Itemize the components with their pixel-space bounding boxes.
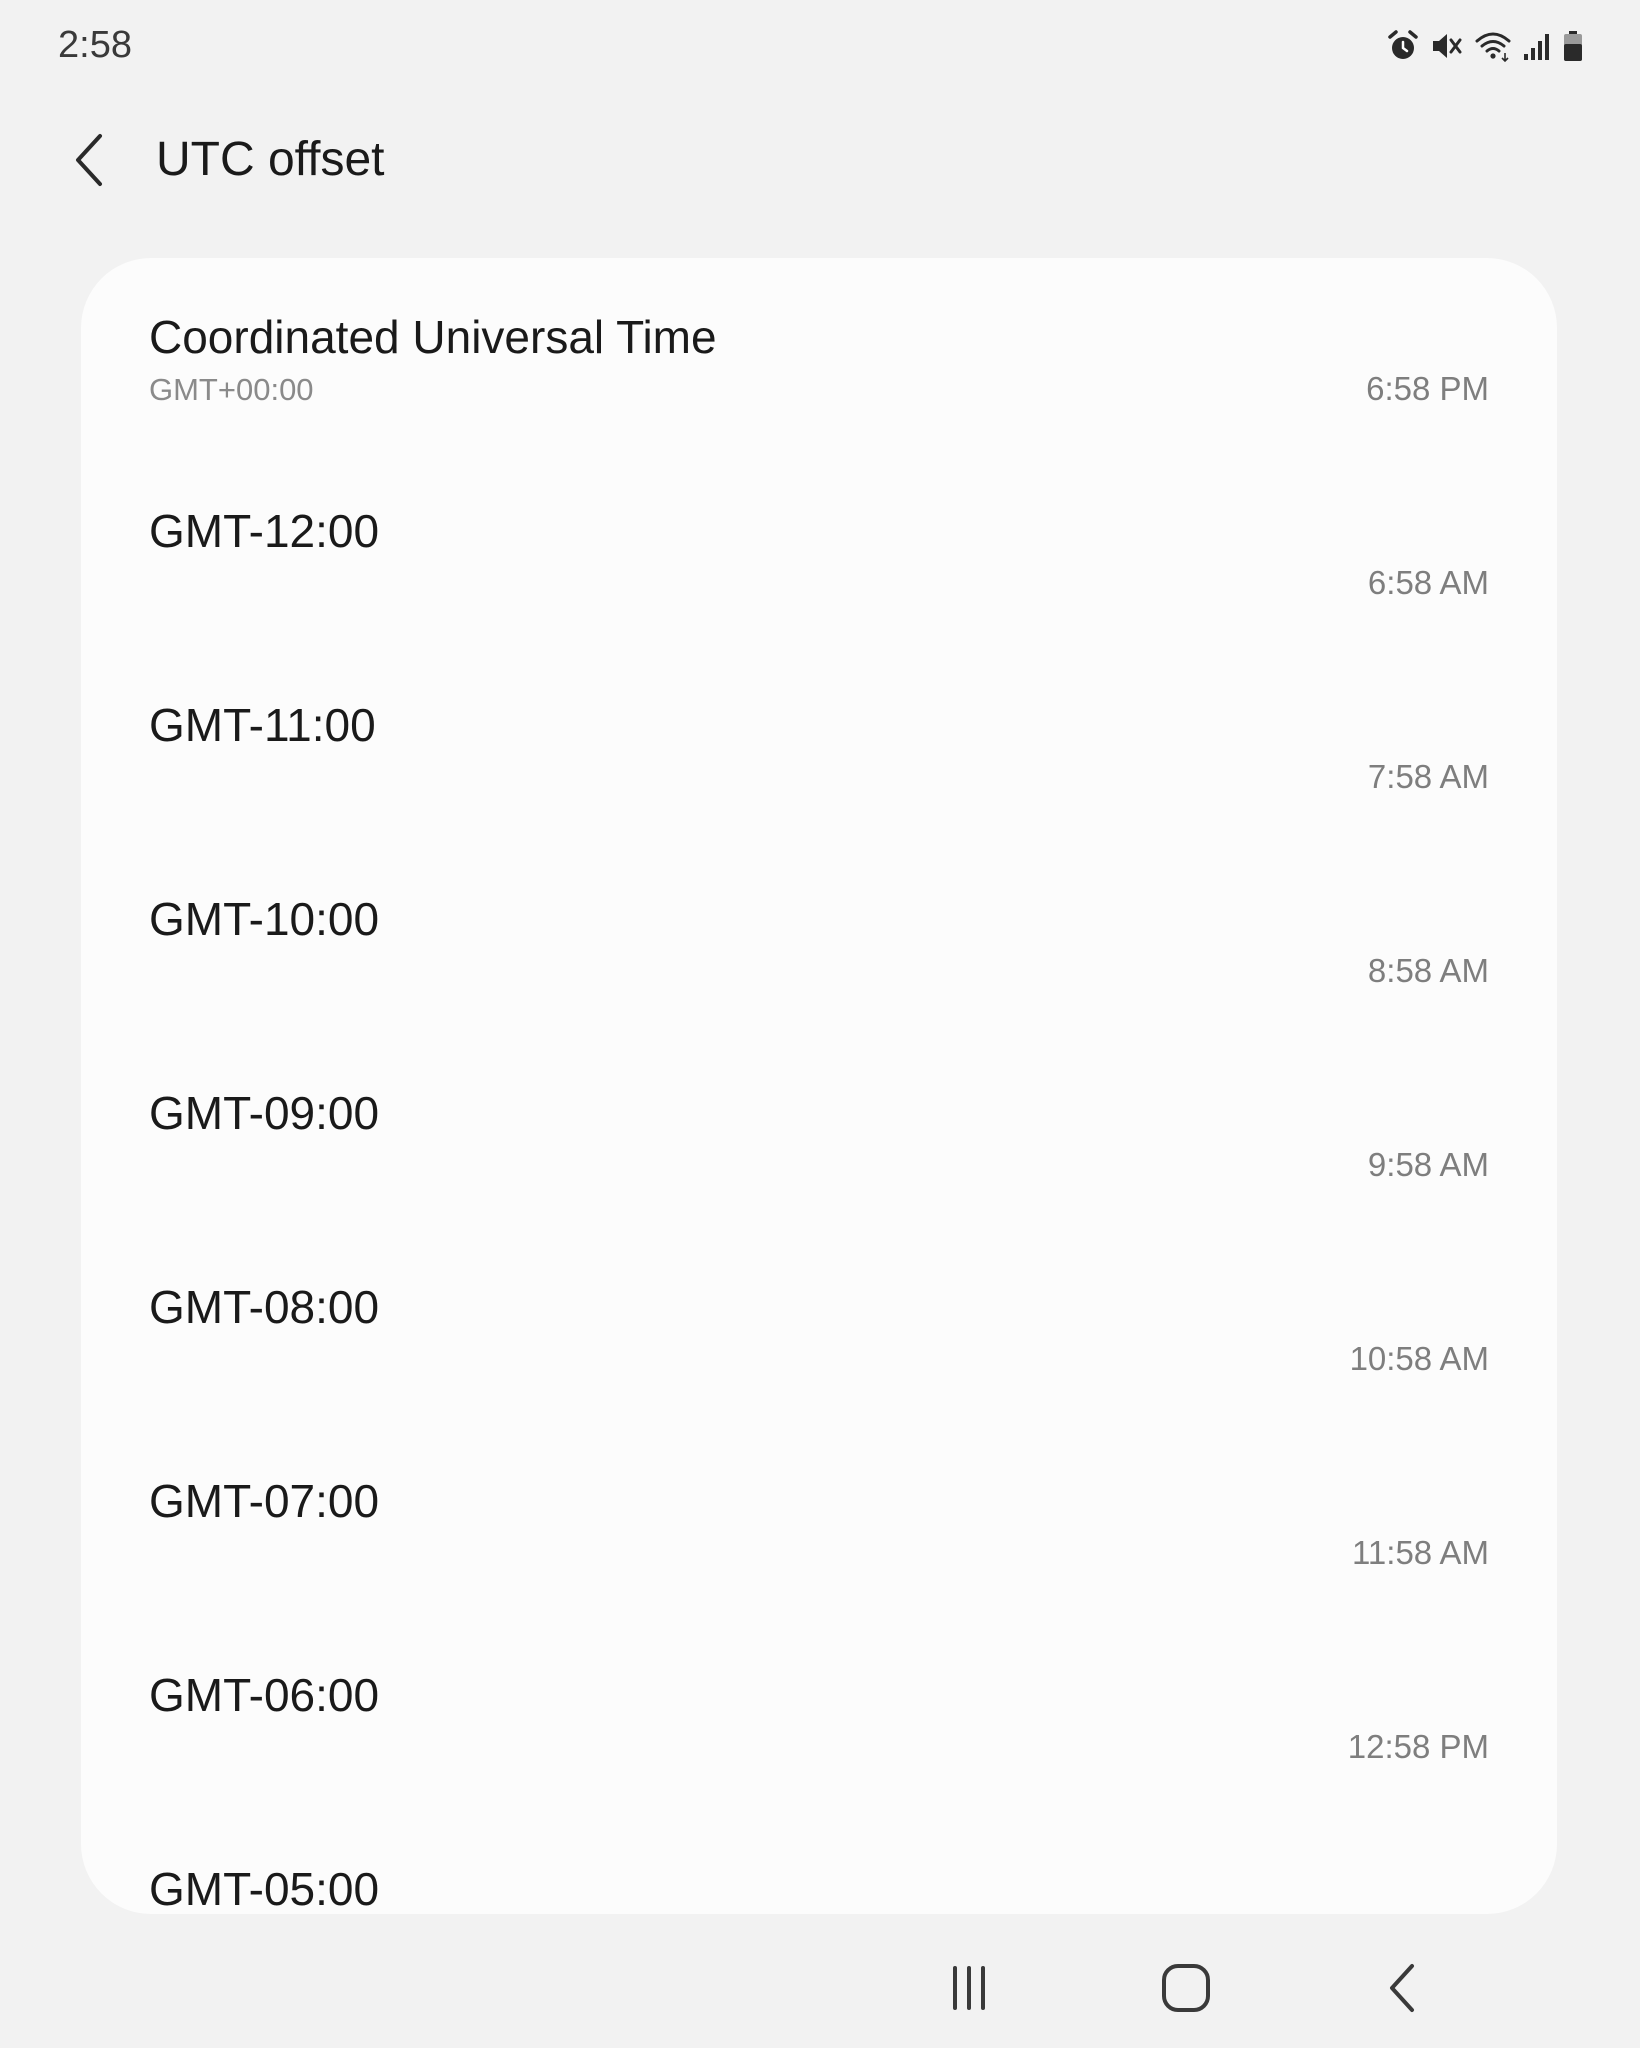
- item-title: Coordinated Universal Time: [149, 311, 717, 363]
- list-item[interactable]: GMT-06:00 12:58 PM: [81, 1616, 1557, 1810]
- home-icon: [1162, 1964, 1210, 2012]
- item-title: GMT-07:00: [149, 1475, 380, 1527]
- item-title: GMT-12:00: [149, 505, 380, 557]
- item-title: GMT-11:00: [149, 699, 376, 751]
- list-item[interactable]: GMT-05:00: [81, 1810, 1557, 1914]
- recents-icon: [953, 1966, 985, 2010]
- alarm-icon: [1386, 29, 1420, 63]
- list-item[interactable]: GMT-10:00 8:58 AM: [81, 840, 1557, 1034]
- mute-icon: [1430, 29, 1464, 63]
- home-button[interactable]: [1146, 1956, 1226, 2020]
- nav-back-button[interactable]: [1364, 1956, 1444, 2020]
- list-item[interactable]: GMT-07:00 11:58 AM: [81, 1422, 1557, 1616]
- signal-icon: [1522, 29, 1552, 63]
- item-title: GMT-05:00: [149, 1863, 380, 1914]
- item-title: GMT-06:00: [149, 1669, 380, 1721]
- status-bar: 2:58: [0, 0, 1640, 96]
- list-item[interactable]: GMT-11:00 7:58 AM: [81, 646, 1557, 840]
- item-time: 8:58 AM: [1367, 952, 1489, 989]
- item-time: 10:58 AM: [1349, 1340, 1489, 1377]
- page-title: UTC offset: [156, 133, 385, 186]
- chevron-left-icon: [76, 134, 102, 186]
- status-time: 2:58: [58, 24, 132, 66]
- utc-offset-list: Coordinated Universal Time GMT+00:00 6:5…: [81, 258, 1557, 1914]
- item-title: GMT-08:00: [149, 1281, 380, 1333]
- item-title: GMT-09:00: [149, 1087, 380, 1139]
- item-title: GMT-10:00: [149, 893, 380, 945]
- battery-icon: [1562, 29, 1584, 63]
- item-time: 6:58 PM: [1366, 370, 1489, 407]
- item-time: 7:58 AM: [1367, 758, 1489, 795]
- list-item[interactable]: GMT-08:00 10:58 AM: [81, 1228, 1557, 1422]
- item-time: 9:58 AM: [1367, 1146, 1489, 1183]
- item-time: 11:58 AM: [1352, 1534, 1489, 1571]
- navigation-bar: [0, 1930, 1640, 2048]
- recents-button[interactable]: [929, 1956, 1009, 2020]
- status-icons: [1386, 28, 1584, 64]
- item-time: 12:58 PM: [1347, 1728, 1489, 1765]
- back-icon: [1390, 1964, 1414, 2012]
- app-bar: UTC offset: [0, 110, 1640, 214]
- wifi-icon: [1474, 29, 1512, 63]
- item-time: 6:58 AM: [1367, 564, 1489, 601]
- back-button[interactable]: [58, 128, 122, 192]
- list-item[interactable]: GMT-09:00 9:58 AM: [81, 1034, 1557, 1228]
- list-item[interactable]: GMT-12:00 6:58 AM: [81, 452, 1557, 646]
- item-offset: GMT+00:00: [149, 372, 314, 407]
- list-item-utc[interactable]: Coordinated Universal Time GMT+00:00 6:5…: [81, 258, 1557, 452]
